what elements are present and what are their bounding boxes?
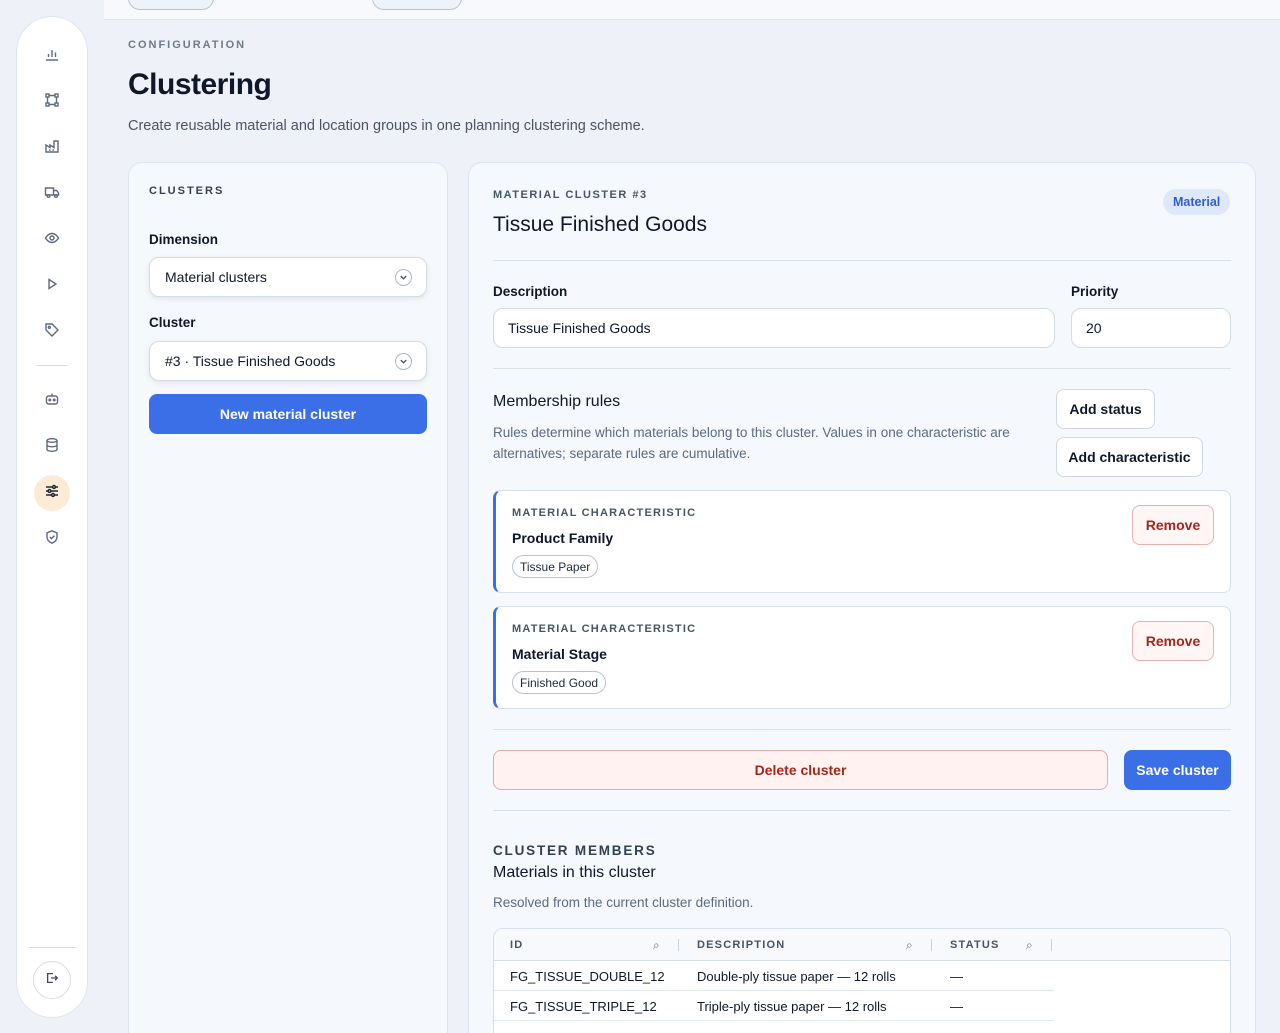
description-label: Description [493,284,568,299]
dimension-label: Dimension [149,232,219,247]
column-divider[interactable] [1051,939,1052,951]
database-icon [44,437,60,458]
top-tab-button[interactable] [128,0,214,10]
dimension-badge: Material [1163,189,1231,215]
nav-run[interactable] [34,268,70,304]
remove-rule-button[interactable]: Remove [1132,505,1214,545]
robot-icon [44,391,60,412]
cell-description: Double-ply tissue paper — 12 rolls [697,968,896,984]
dimension-value: Material clusters [165,269,267,285]
play-icon [44,276,60,297]
cluster-label: Cluster [149,315,196,330]
nav-data[interactable] [34,429,70,465]
cell-status: — [950,968,963,984]
column-header-status[interactable]: STATUS [950,929,1000,961]
column-header-description[interactable]: DESCRIPTION [697,929,785,961]
nav-network[interactable] [34,84,70,120]
cluster-detail-panel: MATERIAL CLUSTER #3 Tissue Finished Good… [468,162,1256,1033]
sidebar-rail [16,16,88,1018]
membership-rules-title: Membership rules [493,393,621,410]
column-divider[interactable] [931,939,932,951]
priority-label: Priority [1071,284,1119,299]
sliders-icon [44,483,60,504]
rail-divider [29,947,77,948]
table-row[interactable]: FG_TISSUE_TRIPLE_12 Triple-ply tissue pa… [494,991,1054,1021]
chevron-down-icon [395,269,412,286]
new-material-cluster-button[interactable]: New material cluster [149,394,427,434]
search-icon[interactable]: ⌕ [906,938,913,953]
cluster-value: #3 · Tissue Finished Goods [165,353,336,369]
nav-visibility[interactable] [34,222,70,258]
top-tab-button[interactable] [372,0,462,10]
rule-type: MATERIAL CHARACTERISTIC [512,507,697,519]
delete-cluster-button[interactable]: Delete cluster [493,750,1108,790]
shield-icon [44,529,60,550]
cluster-title: Tissue Finished Goods [493,213,707,236]
rule-name: Material Stage [512,646,607,662]
cluster-members-subtitle: Resolved from the current cluster defini… [493,895,754,910]
divider [493,810,1231,811]
column-divider[interactable] [678,939,679,951]
cluster-select[interactable]: #3 · Tissue Finished Goods [149,341,427,381]
logout-button[interactable] [33,961,71,999]
description-input[interactable]: Tissue Finished Goods [493,308,1055,348]
rule-card: MATERIAL CHARACTERISTIC Material Stage F… [493,606,1231,709]
cluster-eyebrow: MATERIAL CLUSTER #3 [493,189,648,201]
members-table: ID ⌕ DESCRIPTION ⌕ STATUS ⌕ FG_TISSUE_DO… [493,928,1231,1033]
cell-description: Triple-ply tissue paper — 12 rolls [697,998,887,1014]
cell-status: — [950,998,963,1014]
nav-analytics[interactable] [34,38,70,74]
add-characteristic-button[interactable]: Add characteristic [1056,437,1203,477]
priority-input[interactable]: 20 [1071,308,1231,348]
membership-rules-help: Rules determine which materials belong t… [493,425,1010,461]
column-header-id[interactable]: ID [510,929,523,961]
table-header: ID ⌕ DESCRIPTION ⌕ STATUS ⌕ [494,929,1230,961]
rule-value-chip: Finished Good [512,671,607,694]
cluster-members-eyebrow: CLUSTER MEMBERS [493,843,657,858]
rule-card: MATERIAL CHARACTERISTIC Product Family T… [493,490,1231,593]
truck-icon [44,184,60,205]
table-row[interactable]: FG_TISSUE_DOUBLE_12 Double-ply tissue pa… [494,961,1054,991]
network-icon [44,92,60,113]
nav-factory[interactable] [34,130,70,166]
cell-id: FG_TISSUE_DOUBLE_12 [510,968,665,984]
nav-transport[interactable] [34,176,70,212]
page-eyebrow: CONFIGURATION [128,39,247,51]
search-icon[interactable]: ⌕ [1026,938,1033,953]
cell-id: FG_TISSUE_TRIPLE_12 [510,998,657,1014]
factory-icon [44,138,60,159]
tag-icon [44,322,60,343]
divider [493,260,1231,261]
remove-rule-button[interactable]: Remove [1132,621,1214,661]
dimension-select[interactable]: Material clusters [149,257,427,297]
nav-configuration[interactable] [34,475,70,511]
clusters-eyebrow: CLUSTERS [149,185,225,197]
rule-value-chip: Tissue Paper [512,555,599,578]
bar-chart-icon [44,46,60,67]
rule-type: MATERIAL CHARACTERISTIC [512,623,697,635]
rail-divider [37,365,67,366]
divider [493,729,1231,730]
search-icon[interactable]: ⌕ [653,938,660,953]
chevron-down-icon [395,353,412,370]
add-status-button[interactable]: Add status [1056,389,1155,429]
top-bar [104,0,1280,20]
logout-icon [45,971,59,990]
save-cluster-button[interactable]: Save cluster [1124,750,1231,790]
nav-assistant[interactable] [34,383,70,419]
page-title: Clustering [128,68,272,101]
page-subtitle: Create reusable material and location gr… [128,118,645,134]
nav-tags[interactable] [34,314,70,350]
rule-name: Product Family [512,530,614,546]
nav-security[interactable] [34,521,70,557]
divider [493,368,1231,369]
clusters-panel: CLUSTERS Dimension Material clusters Clu… [128,162,448,1033]
cluster-members-title: Materials in this cluster [493,864,656,881]
eye-icon [44,230,60,251]
